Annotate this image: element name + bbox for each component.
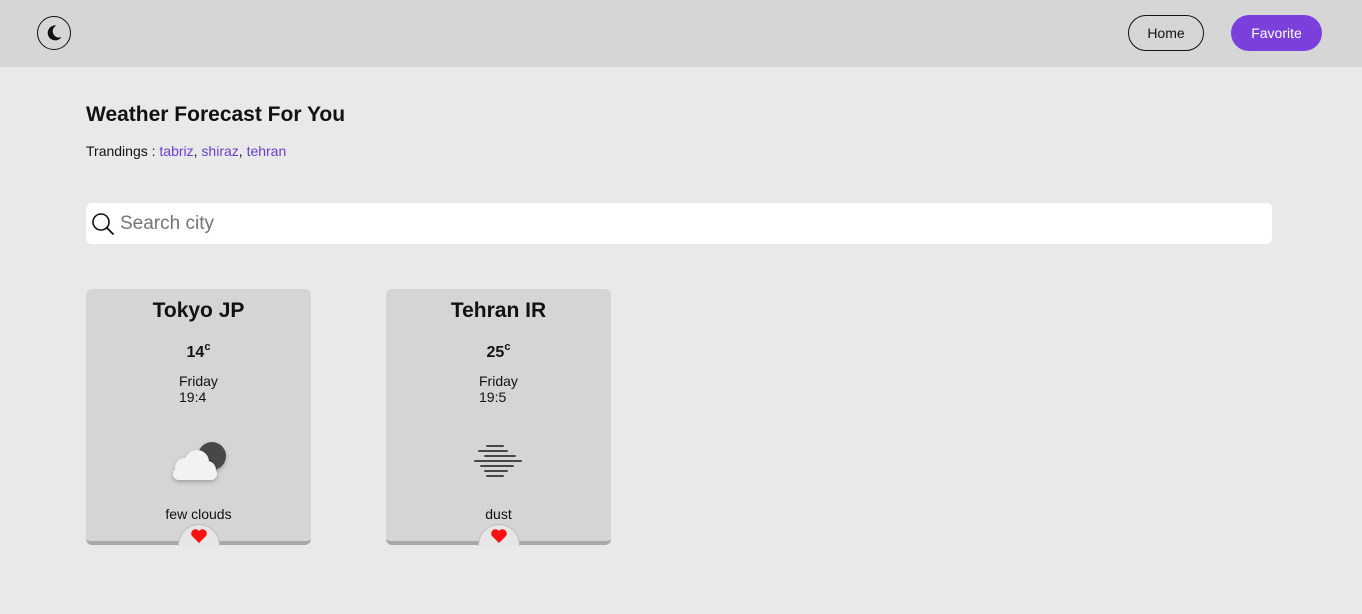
trending-link-tabriz[interactable]: tabriz [159,143,193,159]
card-city: Tokyo JP [152,299,245,322]
dust-icon [474,445,522,477]
card-description: few clouds [165,506,232,522]
trending-label: Trandings : [86,143,156,159]
trending-link-tehran[interactable]: tehran [247,143,287,159]
add-favorite-button[interactable] [478,524,520,546]
card-time: 19:5 [479,389,507,405]
navbar: Home Favorite [0,0,1362,67]
moon-icon [47,25,62,41]
card-time: 19:4 [179,389,207,405]
trending-link-shiraz[interactable]: shiraz [201,143,238,159]
card-description: dust [485,506,512,522]
favorite-button[interactable]: Favorite [1231,15,1322,51]
add-favorite-button[interactable] [178,524,220,546]
card-day: Friday [179,373,218,389]
search-input[interactable] [120,203,1260,244]
search-box [86,203,1272,244]
card-day: Friday [479,373,518,389]
heart-icon [191,529,207,543]
few-clouds-night-icon [173,442,226,480]
search-icon [92,213,114,235]
page-title: Weather Forecast For You [86,103,346,126]
theme-toggle-button[interactable] [37,16,71,50]
weather-card-tehran: Tehran IR 25c Friday 19:5 dust [386,289,611,546]
trending-cities: Trandings : tabriz, shiraz, tehran [86,143,287,159]
card-temperature: 25c [486,341,511,361]
heart-icon [491,529,507,543]
card-temperature: 14c [186,341,211,361]
home-button[interactable]: Home [1128,15,1204,51]
weather-card-tokyo: Tokyo JP 14c Friday 19:4 few clouds [86,289,311,546]
card-datetime: Friday 19:5 [479,373,518,405]
card-datetime: Friday 19:4 [179,373,218,405]
card-city: Tehran IR [450,299,547,322]
